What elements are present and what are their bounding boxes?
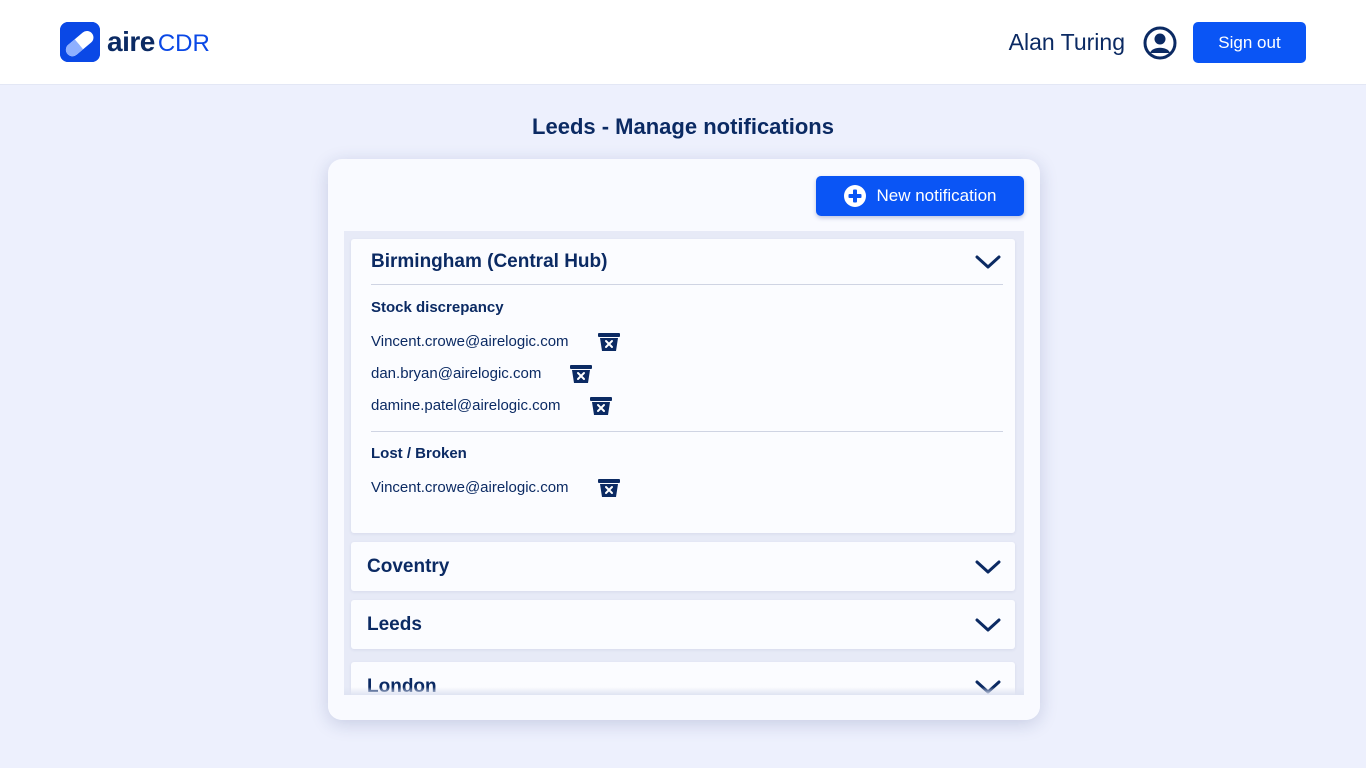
locations-list[interactable]: Birmingham (Central Hub) Stock discrepan… <box>344 231 1024 695</box>
location-name: London <box>367 675 437 696</box>
recipient-email: damine.patel@airelogic.com <box>371 397 561 414</box>
user-name: Alan Turing <box>1008 29 1125 55</box>
location-name: Coventry <box>367 555 450 577</box>
user-circle-icon[interactable] <box>1143 26 1177 60</box>
chevron-down-icon[interactable] <box>975 559 1001 575</box>
location-header-london[interactable]: London <box>351 662 1015 695</box>
recipient-row: damine.patel@airelogic.com <box>371 386 1015 425</box>
logo-wordmark: aire CDR <box>107 26 210 58</box>
chevron-down-icon[interactable] <box>975 617 1001 633</box>
logo-aire: aire <box>107 26 155 57</box>
pill-icon <box>60 22 100 62</box>
recipient-email: dan.bryan@airelogic.com <box>371 365 542 382</box>
location-panel-birmingham: Birmingham (Central Hub) Stock discrepan… <box>351 239 1015 533</box>
user-area: Alan Turing Sign out <box>1009 22 1306 63</box>
location-name: Birmingham (Central Hub) <box>371 250 608 272</box>
sign-out-button[interactable]: Sign out <box>1193 22 1306 63</box>
delete-box-icon[interactable] <box>597 478 621 498</box>
delete-box-icon[interactable] <box>569 364 593 384</box>
page-title-main: Manage notifications <box>615 114 834 139</box>
logo-cdr: CDR <box>157 30 210 57</box>
new-notification-label: New notification <box>876 186 997 205</box>
chevron-down-icon[interactable] <box>975 254 1001 270</box>
page-title: Leeds - Manage notifications <box>0 114 1366 140</box>
notifications-card: New notification Birmingham (Central Hub… <box>328 159 1040 720</box>
location-header-leeds[interactable]: Leeds <box>351 600 1015 649</box>
location-header-coventry[interactable]: Coventry <box>351 542 1015 591</box>
location-name: Leeds <box>367 613 422 635</box>
top-bar: aire CDR Alan Turing Sign out <box>0 0 1366 85</box>
delete-box-icon[interactable] <box>589 396 613 416</box>
delete-box-icon[interactable] <box>597 332 621 352</box>
recipient-row: Vincent.crowe@airelogic.com <box>371 468 1015 507</box>
location-panel-coventry: Coventry <box>351 542 1015 591</box>
location-panel-leeds: Leeds <box>351 600 1015 649</box>
card-footer <box>328 695 1040 720</box>
new-notification-button[interactable]: New notification <box>816 176 1024 216</box>
chevron-down-icon[interactable] <box>975 679 1001 695</box>
notification-type-title: Lost / Broken <box>371 445 467 462</box>
location-header-birmingham[interactable]: Birmingham (Central Hub) <box>351 239 1015 284</box>
recipient-email: Vincent.crowe@airelogic.com <box>371 479 569 496</box>
recipient-email: Vincent.crowe@airelogic.com <box>371 333 569 350</box>
location-panel-london: London <box>351 662 1015 695</box>
notification-group-stock-discrepancy: Stock discrepancy Vincent.crowe@airelogi… <box>351 285 1015 431</box>
page-title-location: Leeds - <box>532 114 616 139</box>
plus-circle-icon <box>844 185 867 207</box>
notification-type-title: Stock discrepancy <box>371 299 504 316</box>
airecdr-logo[interactable]: aire CDR <box>60 22 210 62</box>
notification-group-lost-broken: Lost / Broken Vincent.crowe@airelogic.co… <box>351 432 1015 513</box>
